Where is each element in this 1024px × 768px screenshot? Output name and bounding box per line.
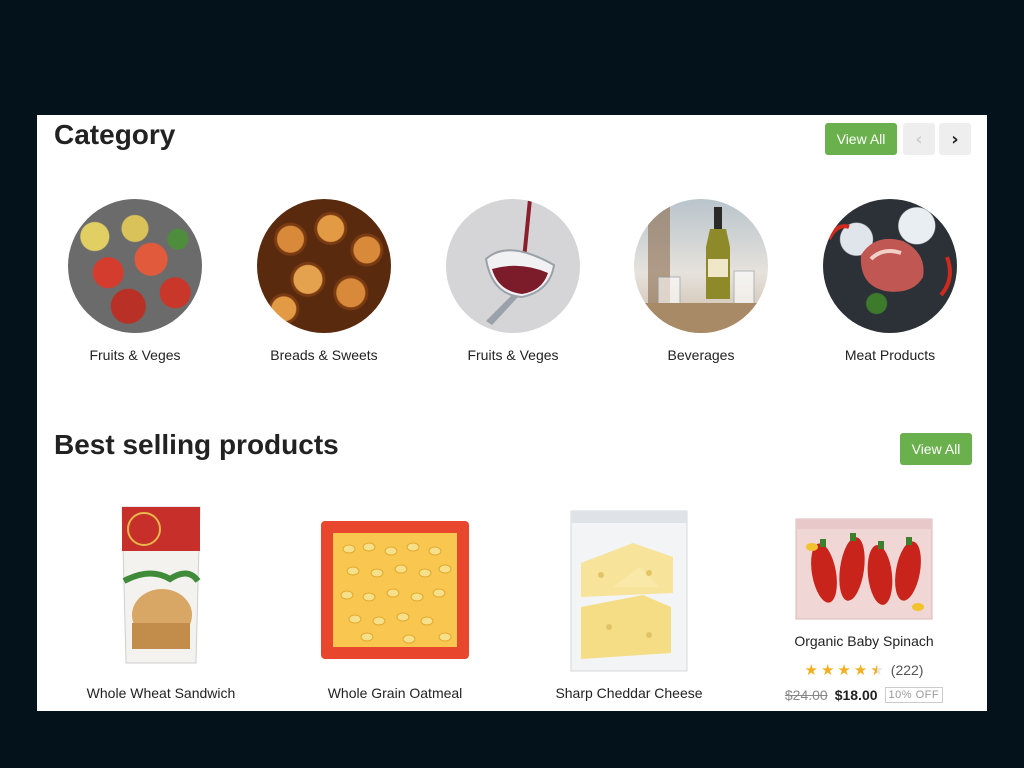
category-item-breads-sweets[interactable]: Breads & Sweets <box>239 199 409 363</box>
app-screen: Category View All ‹ › Fruits & Veges Bre… <box>37 115 987 711</box>
star-icon: ★ <box>820 661 835 679</box>
category-label: Meat Products <box>844 347 936 363</box>
cheese-bag-illustration <box>553 503 705 679</box>
best-selling-view-all-button[interactable]: View All <box>900 433 972 465</box>
price-row: $24.00 $18.00 10% OFF <box>779 687 949 703</box>
category-image-buns <box>257 199 391 333</box>
product-card-organic-baby-spinach[interactable]: Organic Baby Spinach ★ ★ ★ ★ ★★ (222) $2… <box>779 503 949 703</box>
product-name: Sharp Cheddar Cheese <box>555 685 703 701</box>
category-next-button[interactable]: › <box>939 123 971 155</box>
category-image-apples <box>68 199 202 333</box>
product-image-bread-bag <box>96 503 226 679</box>
product-image-oatmeal-tray <box>319 503 471 679</box>
bottle-illustration <box>634 199 768 333</box>
steak-illustration <box>827 224 952 297</box>
discount-badge: 10% OFF <box>884 687 944 703</box>
category-title: Category <box>54 119 176 150</box>
oatmeal-tray-illustration <box>319 503 471 679</box>
product-card-sharp-cheddar-cheese[interactable]: Sharp Cheddar Cheese <box>545 503 713 701</box>
half-star-icon: ★★ <box>870 661 884 679</box>
category-view-all-button[interactable]: View All <box>825 123 897 155</box>
best-selling-title: Best selling products <box>54 429 339 460</box>
product-image-pepper-bag <box>788 503 940 631</box>
rating-count: (222) <box>890 662 924 678</box>
category-item-fruits-veges[interactable]: Fruits & Veges <box>50 199 220 363</box>
category-prev-button[interactable]: ‹ <box>903 123 935 155</box>
category-item-fruits-veges-2[interactable]: Fruits & Veges <box>428 199 598 363</box>
old-price: $24.00 <box>784 687 828 703</box>
star-icon: ★ <box>853 661 868 679</box>
category-label: Fruits & Veges <box>467 347 559 363</box>
product-rating: ★ ★ ★ ★ ★★ (222) <box>779 661 949 679</box>
bread-bag-illustration <box>96 503 226 679</box>
category-image-bottle <box>634 199 768 333</box>
product-name: Whole Wheat Sandwich <box>86 685 236 701</box>
category-label: Breads & Sweets <box>270 347 378 363</box>
category-item-beverages[interactable]: Beverages <box>616 199 786 363</box>
product-name: Organic Baby Spinach <box>794 633 934 649</box>
category-item-meat-products[interactable]: Meat Products <box>805 199 975 363</box>
product-name: Whole Grain Oatmeal <box>327 685 463 701</box>
category-image-wine-glass <box>446 199 580 333</box>
star-icon: ★ <box>837 661 851 679</box>
pepper-bag-illustration <box>788 503 940 631</box>
category-label: Beverages <box>667 347 735 363</box>
chevron-left-icon: ‹ <box>915 128 923 150</box>
category-label: Fruits & Veges <box>89 347 181 363</box>
star-icon: ★ <box>804 661 818 679</box>
product-card-whole-grain-oatmeal[interactable]: Whole Grain Oatmeal <box>311 503 479 701</box>
chevron-right-icon: › <box>951 128 959 150</box>
wine-glass-illustration <box>484 199 556 325</box>
category-image-steak <box>823 199 957 333</box>
product-image-cheese-bag <box>553 503 705 679</box>
current-price: $18.00 <box>834 687 878 703</box>
product-card-whole-wheat-sandwich[interactable]: Whole Wheat Sandwich <box>77 503 245 701</box>
